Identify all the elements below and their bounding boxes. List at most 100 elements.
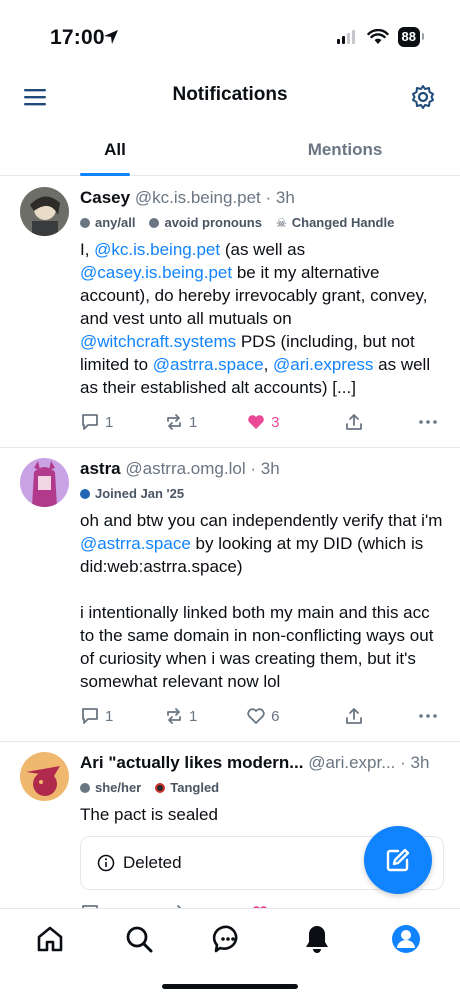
gear-icon[interactable] — [410, 84, 436, 110]
avatar[interactable] — [20, 752, 69, 801]
reply-count: 1 — [105, 413, 114, 431]
like-count: 6 — [271, 707, 280, 725]
label-dot-icon — [149, 217, 160, 228]
author-name[interactable]: astra — [80, 459, 121, 478]
post-actions: 1 1 3 — [80, 411, 444, 433]
post-text: I, @kc.is.being.pet (as well as @casey.i… — [80, 238, 444, 399]
avatar[interactable] — [20, 187, 69, 236]
mention-link[interactable]: @casey.is.being.pet — [80, 263, 232, 282]
mention-link[interactable]: @ari.express — [273, 355, 373, 374]
compose-button[interactable] — [364, 826, 432, 894]
tab-all[interactable]: All — [0, 126, 230, 176]
post-text: The pact is sealed — [80, 805, 218, 824]
tab-all-label: All — [104, 140, 126, 159]
reply-icon — [82, 708, 98, 724]
text-segment: oh and btw you can independently verify … — [80, 511, 443, 530]
author-name[interactable]: Ari "actually likes modern... — [80, 753, 303, 772]
repost-icon — [167, 414, 181, 430]
notification-feed: Casey @kc.is.being.pet · 3h any/all avoi… — [0, 177, 460, 938]
heart-outline-icon — [247, 708, 265, 724]
repost-button[interactable]: 1 — [164, 412, 246, 432]
post-time: · 3h — [265, 188, 295, 207]
label-text: Joined Jan '25 — [95, 486, 185, 501]
label-text: Changed Handle — [291, 215, 395, 230]
more-options-button[interactable] — [418, 412, 438, 432]
label-badge[interactable]: ☠ Changed Handle — [276, 215, 394, 230]
heart-filled-icon — [248, 415, 264, 429]
skull-icon: ☠ — [275, 215, 287, 230]
wifi-icon — [366, 29, 389, 44]
status-indicators: 88 — [336, 27, 425, 47]
label-badge[interactable]: avoid pronouns — [149, 215, 262, 230]
repost-icon — [167, 708, 181, 724]
author-handle[interactable]: @astrra.omg.lol — [125, 459, 245, 478]
label-badge[interactable]: she/her — [80, 780, 141, 795]
active-tab-indicator — [80, 173, 130, 176]
page-title: Notifications — [172, 84, 288, 105]
author-name[interactable]: Casey — [80, 188, 130, 207]
mention-link[interactable]: @kc.is.being.pet — [94, 240, 220, 259]
label-badge[interactable]: any/all — [80, 215, 135, 230]
share-icon — [345, 708, 362, 724]
top-bar: Notifications — [0, 74, 460, 120]
reply-icon — [82, 414, 98, 430]
mention-link[interactable]: @astrra.space — [80, 534, 191, 553]
like-button[interactable]: 6 — [246, 706, 344, 726]
author-handle[interactable]: @kc.is.being.pet — [135, 188, 261, 207]
label-text: Tangled — [170, 780, 220, 795]
label-dot-icon — [80, 217, 90, 228]
text-segment: , — [263, 355, 274, 374]
info-icon — [97, 854, 115, 872]
battery-indicator: 88 — [397, 27, 425, 47]
label-text: she/her — [95, 780, 142, 795]
share-icon — [345, 414, 362, 430]
search-icon[interactable] — [123, 923, 155, 955]
reply-count: 1 — [105, 707, 114, 725]
post-item[interactable]: Casey @kc.is.being.pet · 3h any/all avoi… — [0, 177, 460, 448]
bell-icon[interactable] — [301, 923, 333, 955]
label-text: any/all — [95, 215, 136, 230]
label-badge[interactable]: Joined Jan '25 — [80, 486, 184, 501]
repost-count: 1 — [189, 413, 198, 431]
more-options-button[interactable] — [418, 706, 438, 726]
repost-count: 1 — [189, 707, 198, 725]
share-button[interactable] — [344, 412, 418, 432]
paragraph: oh and btw you can independently verify … — [80, 509, 444, 578]
post-time: · 3h — [250, 459, 280, 478]
home-icon[interactable] — [34, 923, 66, 955]
label-badge[interactable]: Tangled — [155, 780, 219, 795]
reply-button[interactable]: 1 — [80, 412, 164, 432]
avatar[interactable] — [20, 458, 69, 507]
label-text: avoid pronouns — [164, 215, 262, 230]
post-header: Casey @kc.is.being.pet · 3h — [80, 187, 444, 209]
embed-status-text: Deleted — [123, 853, 182, 872]
location-arrow-icon — [104, 30, 118, 44]
post-item[interactable]: astra @astrra.omg.lol · 3h Joined Jan '2… — [0, 448, 460, 742]
paragraph: i intentionally linked both my main and … — [80, 603, 434, 691]
label-dot-icon — [80, 782, 90, 793]
label-dot-icon — [155, 782, 166, 793]
status-bar: 17:00 88 — [0, 0, 460, 74]
text-segment: (as well as — [220, 240, 306, 259]
profile-icon[interactable] — [390, 923, 422, 955]
mention-link[interactable]: @astrra.space — [153, 355, 264, 374]
signal-icon — [336, 30, 355, 44]
tab-mentions[interactable]: Mentions — [230, 126, 460, 175]
ellipsis-icon — [419, 420, 437, 424]
like-button[interactable]: 3 — [246, 412, 344, 432]
new-account-dot-icon — [80, 488, 90, 499]
chat-icon[interactable] — [212, 923, 244, 955]
share-button[interactable] — [344, 706, 418, 726]
profile-labels: Joined Jan '25 — [80, 486, 444, 501]
repost-button[interactable]: 1 — [164, 706, 246, 726]
compose-icon — [386, 848, 410, 872]
ellipsis-icon — [419, 714, 437, 718]
post-text: oh and btw you can independently verify … — [80, 509, 444, 693]
reply-button[interactable]: 1 — [80, 706, 164, 726]
home-indicator — [162, 984, 298, 989]
author-handle[interactable]: @ari.expr... — [308, 753, 395, 772]
post-header: Ari "actually likes modern... @ari.expr.… — [80, 752, 444, 774]
like-count: 3 — [271, 413, 280, 431]
mention-link[interactable]: @witchcraft.systems — [80, 332, 236, 351]
post-header: astra @astrra.omg.lol · 3h — [80, 458, 444, 480]
